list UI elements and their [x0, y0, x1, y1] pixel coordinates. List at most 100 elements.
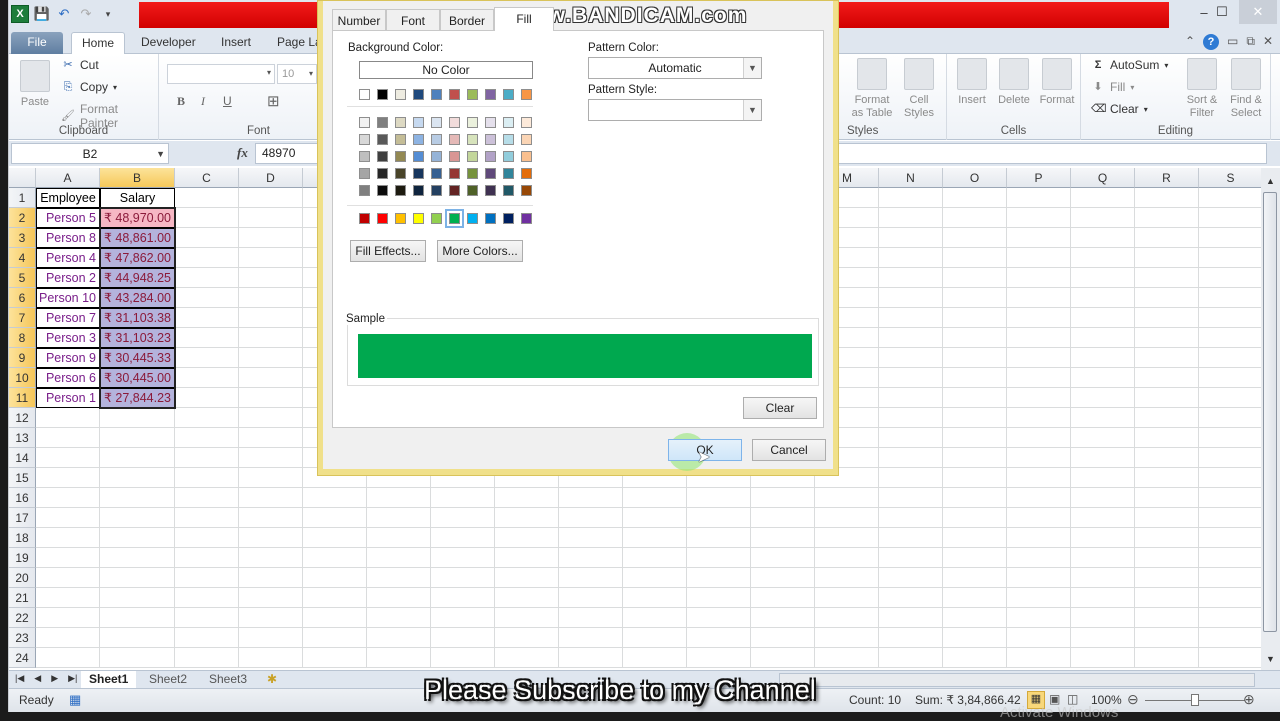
empty-cell[interactable]	[36, 448, 100, 468]
tint-color-swatch[interactable]	[485, 168, 496, 179]
tint-color-swatch[interactable]	[431, 151, 442, 162]
tint-color-swatch[interactable]	[503, 117, 514, 128]
standard-color-swatch[interactable]	[445, 209, 464, 228]
row-header[interactable]: 12	[9, 408, 36, 428]
tint-color-swatch[interactable]	[395, 134, 406, 145]
empty-cell[interactable]	[239, 448, 303, 468]
tint-color-swatch[interactable]	[485, 117, 496, 128]
row-header[interactable]: 11	[9, 388, 36, 408]
empty-cell[interactable]	[239, 348, 303, 368]
fill-button[interactable]: ⬇ Fill ▾	[1091, 80, 1134, 94]
row-header[interactable]: 3	[9, 228, 36, 248]
empty-cell[interactable]	[879, 628, 943, 648]
empty-cell[interactable]	[943, 568, 1007, 588]
empty-cell[interactable]	[943, 548, 1007, 568]
empty-cell[interactable]	[1199, 628, 1261, 648]
row-header[interactable]: 5	[9, 268, 36, 288]
empty-cell[interactable]	[751, 608, 815, 628]
empty-cell[interactable]	[1007, 648, 1071, 668]
standard-color-swatch[interactable]	[521, 213, 532, 224]
autosum-button[interactable]: Σ AutoSum ▾	[1091, 58, 1169, 72]
customize-qat-icon[interactable]: ▾	[99, 5, 117, 23]
row-header[interactable]: 9	[9, 348, 36, 368]
empty-cell[interactable]	[36, 488, 100, 508]
empty-cell[interactable]	[559, 508, 623, 528]
empty-cell[interactable]	[239, 648, 303, 668]
empty-cell[interactable]	[100, 468, 175, 488]
tint-color-swatch[interactable]	[449, 117, 460, 128]
empty-cell[interactable]	[175, 608, 239, 628]
empty-cell[interactable]	[36, 528, 100, 548]
employee-cell[interactable]: Person 6	[36, 368, 100, 388]
empty-cell[interactable]	[367, 568, 431, 588]
tab-developer[interactable]: Developer	[131, 32, 206, 54]
empty-cell[interactable]	[1199, 188, 1261, 208]
empty-cell[interactable]	[1071, 228, 1135, 248]
workbook-restore-icon[interactable]: ⧉	[1246, 34, 1255, 50]
empty-cell[interactable]	[943, 368, 1007, 388]
empty-cell[interactable]	[1007, 468, 1071, 488]
empty-cell[interactable]	[943, 348, 1007, 368]
empty-cell[interactable]	[1007, 548, 1071, 568]
salary-cell[interactable]: ₹ 31,103.23	[100, 328, 175, 348]
empty-cell[interactable]	[943, 428, 1007, 448]
tint-color-swatch[interactable]	[485, 185, 496, 196]
column-header-b[interactable]: B	[100, 168, 175, 188]
empty-cell[interactable]	[367, 508, 431, 528]
empty-cell[interactable]	[1199, 308, 1261, 328]
empty-cell[interactable]	[303, 648, 367, 668]
empty-cell[interactable]	[175, 628, 239, 648]
employee-cell[interactable]: Person 2	[36, 268, 100, 288]
empty-cell[interactable]	[1135, 248, 1199, 268]
underline-button[interactable]: U	[223, 94, 232, 108]
empty-cell[interactable]	[559, 528, 623, 548]
more-colors-button[interactable]: More Colors...	[437, 240, 523, 262]
empty-cell[interactable]	[1199, 348, 1261, 368]
empty-cell[interactable]	[175, 348, 239, 368]
salary-cell[interactable]: ₹ 30,445.33	[100, 348, 175, 368]
empty-cell[interactable]	[559, 568, 623, 588]
fill-effects-button[interactable]: Fill Effects...	[350, 240, 426, 262]
empty-cell[interactable]	[623, 528, 687, 548]
employee-cell[interactable]: Person 9	[36, 348, 100, 368]
empty-cell[interactable]	[175, 548, 239, 568]
redo-icon[interactable]: ↷	[77, 5, 95, 23]
empty-cell[interactable]	[175, 488, 239, 508]
empty-cell[interactable]	[1199, 428, 1261, 448]
empty-cell[interactable]	[1071, 288, 1135, 308]
tint-color-swatch[interactable]	[395, 185, 406, 196]
tint-color-swatch[interactable]	[359, 185, 370, 196]
empty-cell[interactable]	[1199, 228, 1261, 248]
vertical-scroll-thumb[interactable]	[1263, 192, 1277, 632]
empty-cell[interactable]	[1135, 548, 1199, 568]
empty-cell[interactable]	[495, 588, 559, 608]
empty-cell[interactable]	[1071, 568, 1135, 588]
font-name-combo[interactable]: ▾	[167, 64, 275, 84]
empty-cell[interactable]	[1071, 548, 1135, 568]
tint-color-swatch[interactable]	[359, 168, 370, 179]
empty-cell[interactable]	[175, 188, 239, 208]
clear-button[interactable]: ⌫ Clear ▾	[1091, 102, 1148, 116]
standard-color-swatch[interactable]	[359, 213, 370, 224]
empty-cell[interactable]	[1199, 208, 1261, 228]
empty-cell[interactable]	[239, 308, 303, 328]
empty-cell[interactable]	[879, 388, 943, 408]
tint-color-swatch[interactable]	[377, 168, 388, 179]
close-button[interactable]: ✕	[1239, 0, 1277, 24]
tint-color-swatch[interactable]	[377, 151, 388, 162]
row-header[interactable]: 13	[9, 428, 36, 448]
tint-color-swatch[interactable]	[377, 185, 388, 196]
tint-color-swatch[interactable]	[503, 151, 514, 162]
empty-cell[interactable]	[879, 208, 943, 228]
clear-fill-button[interactable]: Clear	[743, 397, 817, 419]
empty-cell[interactable]	[943, 208, 1007, 228]
empty-cell[interactable]	[943, 588, 1007, 608]
empty-cell[interactable]	[367, 648, 431, 668]
salary-cell[interactable]: ₹ 48,970.00	[100, 208, 175, 228]
empty-cell[interactable]	[1007, 588, 1071, 608]
tint-color-swatch[interactable]	[521, 117, 532, 128]
row-header[interactable]: 6	[9, 288, 36, 308]
sort-filter-button[interactable]: Sort & Filter	[1181, 58, 1223, 120]
tint-color-swatch[interactable]	[413, 117, 424, 128]
empty-cell[interactable]	[751, 648, 815, 668]
